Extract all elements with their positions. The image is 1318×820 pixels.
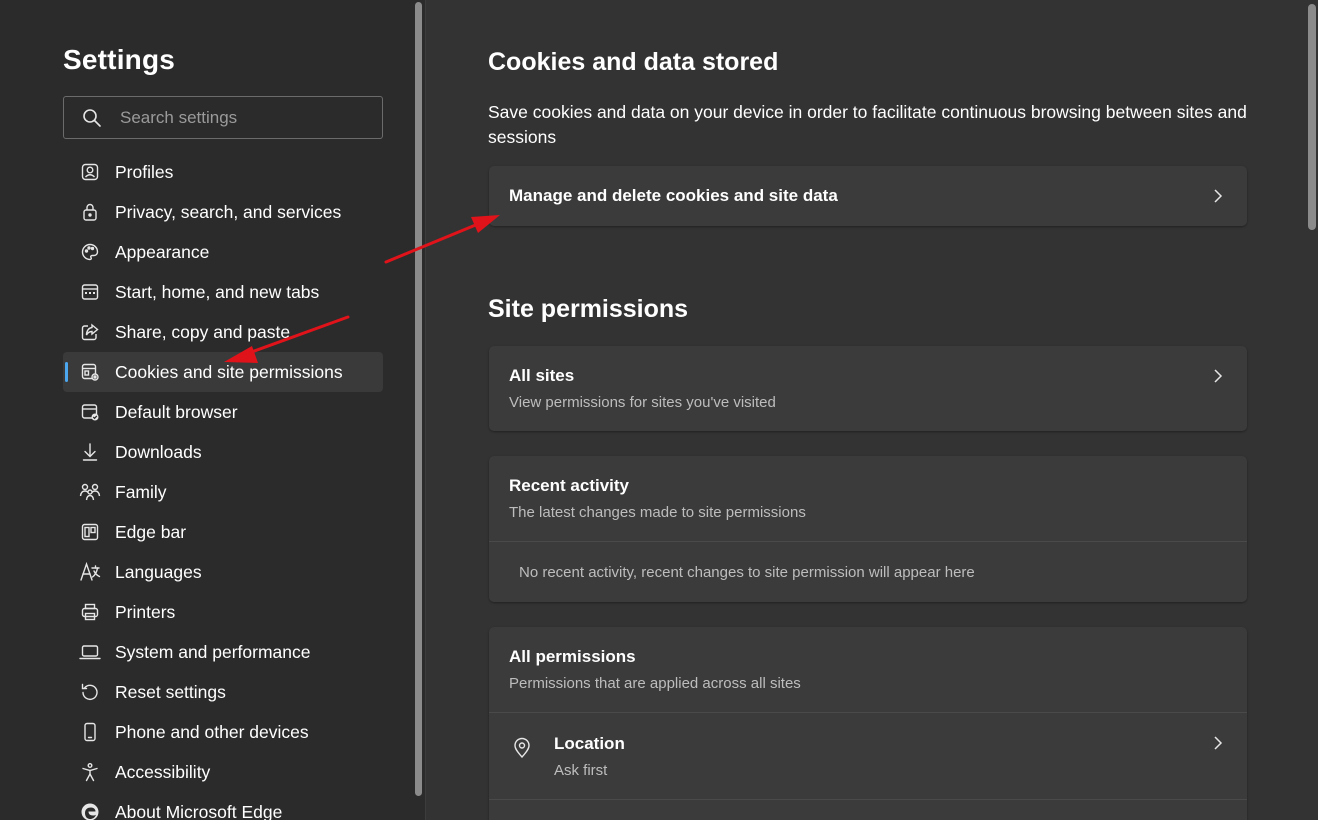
lock-icon bbox=[79, 201, 101, 223]
sidebar-item-label: System and performance bbox=[115, 641, 311, 662]
settings-sidebar: Settings Profiles Privacy, search, and s… bbox=[0, 0, 412, 820]
location-title: Location bbox=[554, 733, 625, 753]
sidebar-item-label: Downloads bbox=[115, 441, 202, 462]
accessibility-icon bbox=[79, 761, 101, 783]
sidebar-item-reset[interactable]: Reset settings bbox=[63, 672, 383, 712]
site-permissions-heading: Site permissions bbox=[488, 295, 689, 323]
sidebar-item-label: About Microsoft Edge bbox=[115, 801, 283, 820]
phone-icon bbox=[79, 721, 101, 743]
location-subtitle: Ask first bbox=[554, 761, 608, 779]
sidebar-item-label: Reset settings bbox=[115, 681, 226, 702]
languages-icon bbox=[79, 561, 101, 583]
chevron-right-icon bbox=[1211, 736, 1225, 750]
sidebar-item-label: Family bbox=[115, 481, 167, 502]
sidebar-item-privacy[interactable]: Privacy, search, and services bbox=[63, 192, 383, 232]
all-sites-row[interactable]: All sites View permissions for sites you… bbox=[489, 346, 1247, 431]
sidebar-item-label: Default browser bbox=[115, 401, 238, 422]
download-icon bbox=[79, 441, 101, 463]
cookies-heading: Cookies and data stored bbox=[488, 48, 779, 76]
recent-activity-card: Recent activity The latest changes made … bbox=[489, 456, 1247, 602]
all-sites-title: All sites bbox=[509, 366, 575, 385]
manage-cookies-card[interactable]: Manage and delete cookies and site data bbox=[489, 166, 1247, 226]
profile-icon bbox=[79, 161, 101, 183]
all-sites-subtitle: View permissions for sites you've visite… bbox=[509, 394, 776, 411]
all-sites-card[interactable]: All sites View permissions for sites you… bbox=[489, 346, 1247, 431]
sidebar-item-edge-bar[interactable]: Edge bar bbox=[63, 512, 383, 552]
search-box[interactable] bbox=[63, 96, 383, 139]
search-icon bbox=[82, 108, 102, 128]
edge-logo-icon bbox=[79, 801, 101, 820]
manage-cookies-label: Manage and delete cookies and site data bbox=[509, 186, 838, 205]
sidebar-item-family[interactable]: Family bbox=[63, 472, 383, 512]
settings-nav: Profiles Privacy, search, and services A… bbox=[63, 152, 383, 820]
printer-icon bbox=[79, 601, 101, 623]
sidebar-item-phone[interactable]: Phone and other devices bbox=[63, 712, 383, 752]
sidebar-item-label: Privacy, search, and services bbox=[115, 201, 342, 222]
edge-bar-icon bbox=[79, 521, 101, 543]
family-icon bbox=[79, 481, 101, 503]
sidebar-item-profiles[interactable]: Profiles bbox=[63, 152, 383, 192]
sidebar-item-system[interactable]: System and performance bbox=[63, 632, 383, 672]
sidebar-item-printers[interactable]: Printers bbox=[63, 592, 383, 632]
sidebar-item-label: Profiles bbox=[115, 161, 174, 182]
sidebar-item-label: Cookies and site permissions bbox=[115, 361, 343, 382]
sidebar-item-label: Phone and other devices bbox=[115, 721, 309, 742]
sidebar-item-downloads[interactable]: Downloads bbox=[63, 432, 383, 472]
all-permissions-header: All permissions Permissions that are app… bbox=[489, 627, 1247, 712]
recent-activity-header: Recent activity The latest changes made … bbox=[489, 456, 1247, 541]
sidebar-item-label: Appearance bbox=[115, 241, 210, 262]
sidebar-item-label: Printers bbox=[115, 601, 176, 622]
sidebar-item-label: Accessibility bbox=[115, 761, 211, 782]
sidebar-scrollbar[interactable] bbox=[415, 2, 422, 796]
search-input[interactable] bbox=[120, 97, 382, 138]
all-permissions-title: All permissions bbox=[509, 647, 636, 666]
recent-activity-empty-row: No recent activity, recent changes to si… bbox=[489, 542, 1247, 602]
sidebar-item-start-home[interactable]: Start, home, and new tabs bbox=[63, 272, 383, 312]
chevron-right-icon bbox=[1211, 369, 1225, 383]
sidebar-item-share[interactable]: Share, copy and paste bbox=[63, 312, 383, 352]
content-scrollbar[interactable] bbox=[1308, 4, 1316, 230]
sidebar-item-label: Share, copy and paste bbox=[115, 321, 291, 342]
home-tabs-icon bbox=[79, 281, 101, 303]
sidebar-item-label: Start, home, and new tabs bbox=[115, 281, 320, 302]
sidebar-item-label: Languages bbox=[115, 561, 202, 582]
reset-icon bbox=[79, 681, 101, 703]
recent-activity-empty: No recent activity, recent changes to si… bbox=[519, 563, 975, 581]
all-permissions-card: All permissions Permissions that are app… bbox=[489, 627, 1247, 820]
recent-activity-subtitle: The latest changes made to site permissi… bbox=[509, 504, 806, 521]
location-permission-row[interactable]: Location Ask first bbox=[489, 713, 1247, 799]
palette-icon bbox=[79, 241, 101, 263]
manage-cookies-row[interactable]: Manage and delete cookies and site data bbox=[489, 166, 1247, 226]
sidebar-item-default-browser[interactable]: Default browser bbox=[63, 392, 383, 432]
settings-content: Cookies and data stored Save cookies and… bbox=[425, 0, 1318, 820]
default-browser-icon bbox=[79, 401, 101, 423]
location-icon bbox=[511, 737, 533, 759]
sidebar-item-appearance[interactable]: Appearance bbox=[63, 232, 383, 272]
cookies-description: Save cookies and data on your device in … bbox=[488, 102, 1247, 147]
sidebar-item-label: Edge bar bbox=[115, 521, 187, 542]
cookies-permissions-icon bbox=[79, 361, 101, 383]
settings-title: Settings bbox=[63, 44, 176, 75]
divider bbox=[489, 799, 1247, 800]
share-icon bbox=[79, 321, 101, 343]
recent-activity-title: Recent activity bbox=[509, 476, 629, 495]
sidebar-item-cookies[interactable]: Cookies and site permissions bbox=[63, 352, 383, 392]
all-permissions-subtitle: Permissions that are applied across all … bbox=[509, 675, 801, 692]
sidebar-item-accessibility[interactable]: Accessibility bbox=[63, 752, 383, 792]
sidebar-item-languages[interactable]: Languages bbox=[63, 552, 383, 592]
chevron-right-icon bbox=[1211, 189, 1225, 203]
laptop-icon bbox=[79, 641, 101, 663]
sidebar-item-about[interactable]: About Microsoft Edge bbox=[63, 792, 383, 820]
